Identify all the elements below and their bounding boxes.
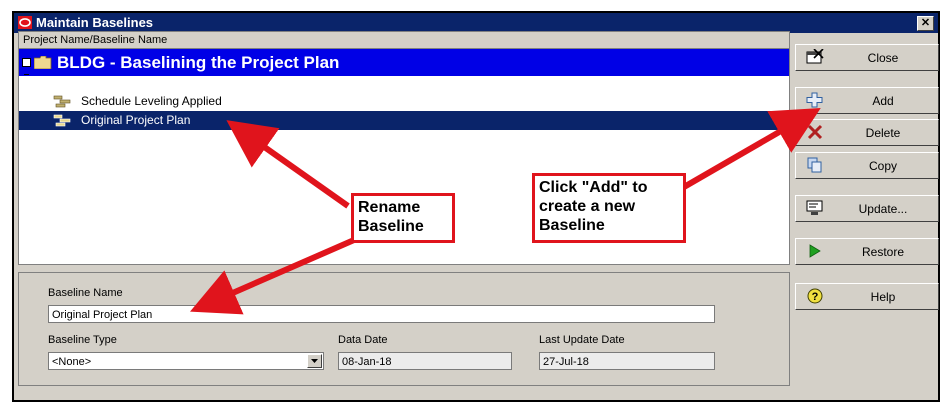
callout-text-line: Baseline [358,218,424,235]
rename-baseline-callout: Rename Baseline [351,193,455,243]
callout-text-line: create a new [539,198,636,215]
callout-text-line: Click "Add" to [539,179,648,196]
arrow-to-add-button [682,107,821,190]
annotation-arrows [190,107,821,315]
arrow-to-tree-row [226,120,350,209]
callout-text-line: Rename [358,199,421,216]
arrow-to-name-field [190,237,356,315]
callout-text-line: Baseline [539,217,605,234]
add-baseline-callout: Click "Add" to create a new Baseline [532,173,686,243]
